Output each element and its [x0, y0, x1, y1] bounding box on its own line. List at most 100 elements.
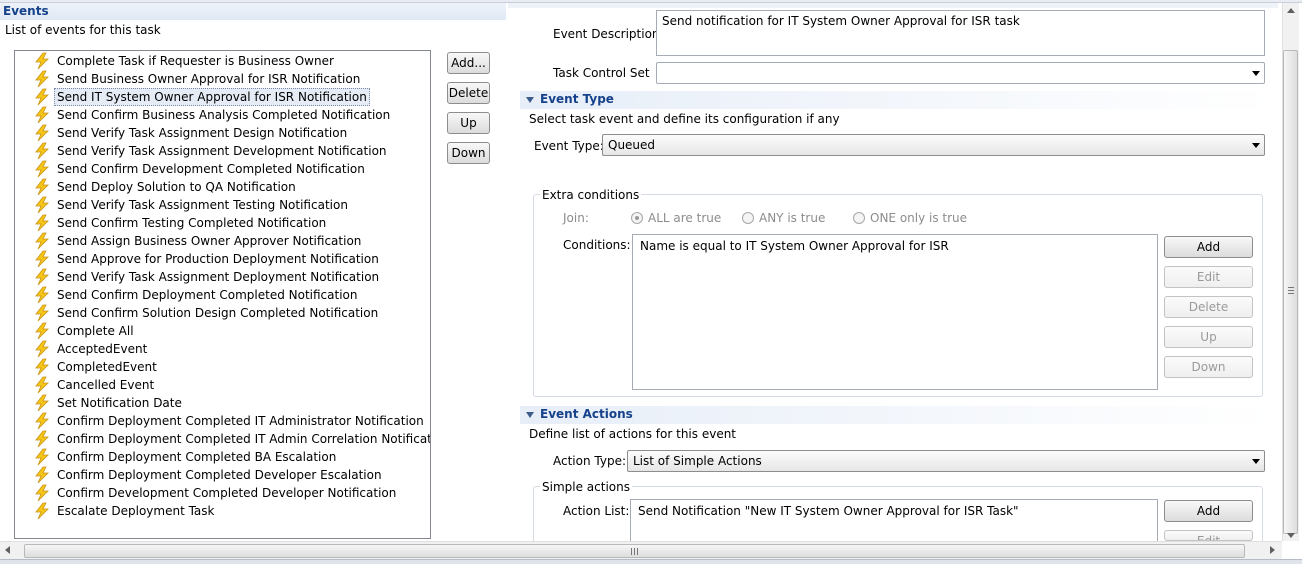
add-condition-button[interactable]: Add — [1164, 236, 1253, 258]
list-item[interactable]: AcceptedEvent — [33, 340, 429, 358]
join-all-radio[interactable] — [631, 212, 643, 224]
list-item[interactable]: Confirm Deployment Completed IT Admin Co… — [33, 430, 431, 448]
list-item[interactable]: Confirm Deployment Completed BA Escalati… — [33, 448, 429, 466]
event-list[interactable]: Complete Task if Requester is Business O… — [14, 50, 431, 539]
lightning-bolt-icon — [33, 430, 51, 448]
list-item-label: Set Notification Date — [57, 396, 182, 410]
up-condition-button[interactable]: Up — [1164, 326, 1253, 348]
lightning-bolt-icon — [33, 412, 51, 430]
conditions-label: Conditions: — [563, 238, 631, 252]
list-item-label: Send Confirm Business Analysis Completed… — [57, 108, 391, 122]
action-list-label: Action List: — [563, 504, 630, 518]
list-item[interactable]: Confirm Deployment Completed Developer E… — [33, 466, 429, 484]
list-item-label: Send Verify Task Assignment Design Notif… — [57, 126, 348, 140]
event-type-description: Select task event and define its configu… — [529, 112, 840, 126]
action-type-value: List of Simple Actions — [633, 454, 762, 468]
list-item[interactable]: Send Confirm Testing Completed Notificat… — [33, 214, 429, 232]
list-item[interactable]: Send Approve for Production Deployment N… — [33, 250, 429, 268]
conditions-list[interactable]: Name is equal to IT System Owner Approva… — [632, 234, 1158, 390]
vertical-scroll-thumb[interactable] — [1283, 50, 1298, 534]
list-item-label: AcceptedEvent — [57, 342, 148, 356]
lightning-bolt-icon — [33, 322, 51, 340]
move-down-button[interactable]: Down — [447, 142, 490, 164]
list-item-label: Confirm Deployment Completed IT Admin Co… — [57, 432, 431, 446]
scroll-right-arrow-icon[interactable] — [1270, 546, 1275, 554]
list-item[interactable]: Send Verify Task Assignment Design Notif… — [33, 124, 429, 142]
join-one-radio[interactable] — [853, 212, 865, 224]
events-title: Events — [3, 4, 49, 18]
lightning-bolt-icon — [33, 502, 51, 520]
edit-action-button[interactable]: Edit — [1164, 530, 1253, 541]
list-item[interactable]: Set Notification Date — [33, 394, 429, 412]
list-item[interactable]: Send Confirm Business Analysis Completed… — [33, 106, 429, 124]
condition-item[interactable]: Name is equal to IT System Owner Approva… — [640, 239, 949, 253]
bottom-tab-strip — [0, 559, 1302, 564]
event-type-value: Queued — [608, 138, 656, 152]
list-item[interactable]: Send Confirm Development Completed Notif… — [33, 160, 429, 178]
list-item[interactable]: Send Verify Task Assignment Deployment N… — [33, 268, 429, 286]
down-condition-button[interactable]: Down — [1164, 356, 1253, 378]
event-type-label: Event Type: — [534, 139, 604, 153]
list-item-label: Confirm Development Completed Developer … — [57, 486, 397, 500]
list-item-label: Complete All — [57, 324, 134, 338]
details-top-strip — [508, 3, 1278, 8]
list-item[interactable]: Send Assign Business Owner Approver Noti… — [33, 232, 429, 250]
add-event-button[interactable]: Add... — [447, 52, 490, 74]
list-item[interactable]: Complete Task if Requester is Business O… — [33, 52, 429, 70]
event-actions-section-title: Event Actions — [540, 407, 633, 421]
list-item[interactable]: Escalate Deployment Task — [33, 502, 429, 520]
edit-condition-button[interactable]: Edit — [1164, 266, 1253, 288]
lightning-bolt-icon — [33, 196, 51, 214]
event-description-field[interactable]: Send notification for IT System Owner Ap… — [656, 10, 1265, 56]
lightning-bolt-icon — [33, 376, 51, 394]
list-item[interactable]: Send Verify Task Assignment Development … — [33, 142, 429, 160]
list-item[interactable]: Send IT System Owner Approval for ISR No… — [33, 88, 429, 106]
list-item-label: Complete Task if Requester is Business O… — [57, 54, 334, 68]
list-item[interactable]: Send Confirm Solution Design Completed N… — [33, 304, 429, 322]
list-item-label: CompletedEvent — [57, 360, 157, 374]
list-item[interactable]: Send Deploy Solution to QA Notification — [33, 178, 429, 196]
list-item-label: Send Confirm Development Completed Notif… — [57, 162, 365, 176]
list-item[interactable]: Cancelled Event — [33, 376, 429, 394]
list-item[interactable]: Confirm Deployment Completed IT Administ… — [33, 412, 429, 430]
collapse-icon[interactable] — [526, 97, 534, 103]
lightning-bolt-icon — [33, 178, 51, 196]
collapse-icon[interactable] — [526, 412, 534, 418]
scroll-up-arrow-icon[interactable] — [1287, 8, 1295, 13]
list-item[interactable]: Send Verify Task Assignment Testing Noti… — [33, 196, 429, 214]
delete-event-button[interactable]: Delete — [447, 82, 490, 104]
move-up-button[interactable]: Up — [447, 112, 490, 134]
scroll-left-arrow-icon[interactable] — [5, 546, 10, 554]
lightning-bolt-icon — [33, 160, 51, 178]
events-subtitle: List of events for this task — [5, 23, 161, 37]
list-item-label: Send Confirm Solution Design Completed N… — [57, 306, 379, 320]
action-type-select[interactable]: List of Simple Actions — [627, 450, 1265, 472]
event-actions-section-header[interactable]: Event Actions — [520, 406, 1276, 424]
list-item-label: Send IT System Owner Approval for ISR No… — [54, 88, 370, 106]
event-type-section-header[interactable]: Event Type — [520, 91, 1276, 109]
delete-condition-button[interactable]: Delete — [1164, 296, 1253, 318]
list-item[interactable]: Confirm Development Completed Developer … — [33, 484, 429, 502]
list-item[interactable]: Send Confirm Deployment Completed Notifi… — [33, 286, 429, 304]
join-label: Join: — [563, 211, 589, 225]
event-type-select[interactable]: Queued — [602, 134, 1265, 156]
list-item-label: Escalate Deployment Task — [57, 504, 215, 518]
horizontal-scroll-thumb[interactable] — [24, 544, 1245, 558]
extra-conditions-title: Extra conditions — [540, 188, 642, 202]
list-item[interactable]: Send Business Owner Approval for ISR Not… — [33, 70, 429, 88]
event-description-label: Event Description: — [553, 27, 664, 41]
lightning-bolt-icon — [33, 124, 51, 142]
list-item-label: Send Assign Business Owner Approver Noti… — [57, 234, 362, 248]
task-control-set-select[interactable] — [656, 62, 1265, 84]
lightning-bolt-icon — [33, 466, 51, 484]
action-item[interactable]: Send Notification "New IT System Owner A… — [638, 504, 1019, 518]
add-action-button[interactable]: Add — [1164, 500, 1253, 522]
list-item[interactable]: CompletedEvent — [33, 358, 429, 376]
join-any-radio[interactable] — [742, 212, 754, 224]
scroll-down-arrow-icon[interactable] — [1287, 533, 1295, 538]
lightning-bolt-icon — [33, 70, 51, 88]
events-header — [0, 3, 506, 20]
list-item[interactable]: Complete All — [33, 322, 429, 340]
list-item-label: Send Deploy Solution to QA Notification — [57, 180, 296, 194]
list-item-label: Send Approve for Production Deployment N… — [57, 252, 379, 266]
